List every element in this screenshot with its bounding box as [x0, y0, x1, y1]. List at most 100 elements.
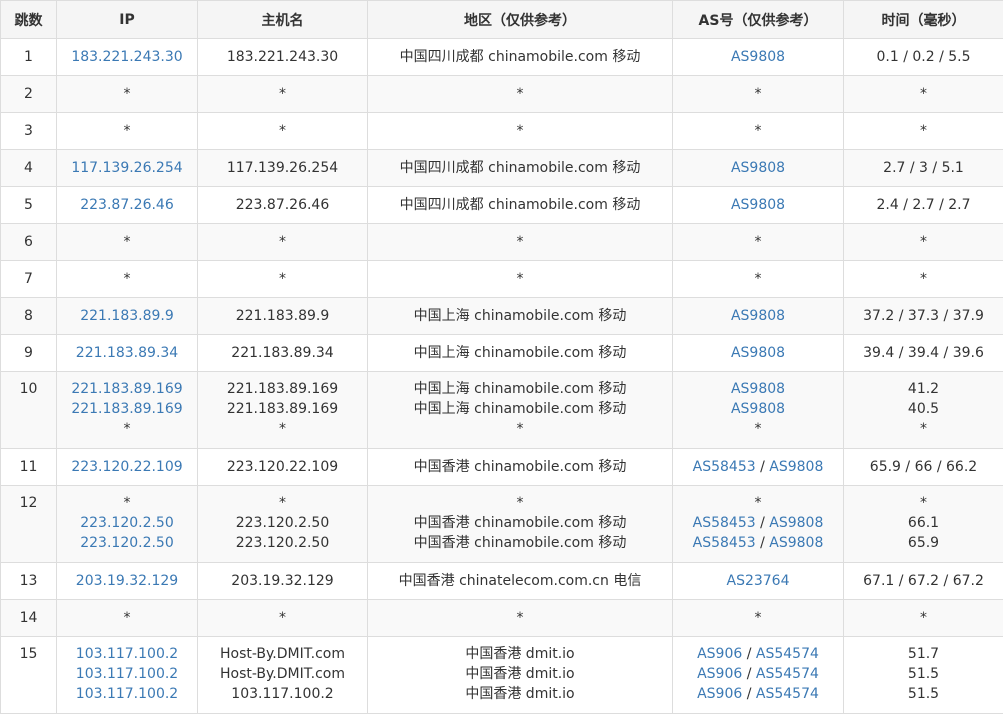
ip-cell: 221.183.89.34 [56, 334, 198, 372]
ip-link[interactable]: 117.139.26.254 [71, 160, 182, 176]
as-link[interactable]: AS9808 [769, 535, 823, 551]
region-text: 中国香港 chinatelecom.com.cn 电信 [398, 573, 642, 589]
time-cell: 39.4 / 39.4 / 39.6 [843, 334, 1003, 372]
region-text: 中国四川成都 chinamobile.com 移动 [399, 197, 641, 213]
as-link[interactable]: AS54574 [756, 646, 819, 662]
ip-link[interactable]: 221.183.89.169 [71, 381, 182, 397]
as-cell: AS9808 [672, 297, 844, 335]
time-cell: * [843, 112, 1003, 150]
ip-link[interactable]: 103.117.100.2 [76, 686, 178, 702]
region-cell: * 中国香港 chinamobile.com 移动 中国香港 chinamobile… [367, 485, 673, 563]
as-link[interactable]: AS906 [697, 646, 742, 662]
ip-link[interactable]: 223.120.22.109 [71, 459, 182, 475]
ip-cell: 117.139.26.254 [56, 149, 198, 187]
region-cell: 中国四川成都 chinamobile.com 移动 [367, 186, 673, 224]
hostname-cell: 223.87.26.46 [197, 186, 368, 224]
region-text: 中国上海 chinamobile.com 移动 [413, 401, 627, 417]
ip-cell: * [56, 260, 198, 298]
hop-cell: 7 [0, 260, 57, 298]
region-text: 中国上海 chinamobile.com 移动 [413, 381, 627, 397]
as-link[interactable]: AS9808 [731, 160, 785, 176]
region-text: * [516, 610, 524, 626]
time-text: * [920, 86, 927, 102]
ip-link[interactable]: 223.87.26.46 [80, 197, 174, 213]
table-row: 3 * * * * * [0, 112, 1003, 150]
table-row: 5 223.87.26.46 223.87.26.46 中国四川成都 chinamob… [0, 186, 1003, 224]
as-link[interactable]: AS9808 [769, 515, 823, 531]
region-cell: 中国上海 chinamobile.com 移动 [367, 297, 673, 335]
hostname-text: * [279, 234, 286, 250]
hostname-text: 203.19.32.129 [231, 573, 334, 589]
ip-unknown: * [123, 234, 131, 250]
as-cell: AS9808 [672, 38, 844, 76]
hop-cell: 12 [0, 485, 57, 563]
region-text: 中国香港 dmit.io [465, 686, 575, 702]
as-link[interactable]: AS906 [697, 666, 742, 682]
ip-cell: * 223.120.2.50 223.120.2.50 [56, 485, 198, 563]
as-link[interactable]: AS9808 [731, 197, 785, 213]
ip-link[interactable]: 183.221.243.30 [71, 49, 182, 65]
hostname-text: 223.120.2.50 [235, 535, 330, 551]
ip-link[interactable]: 223.120.2.50 [80, 535, 174, 551]
hostname-cell: 183.221.243.30 [197, 38, 368, 76]
hostname-text: 223.87.26.46 [235, 197, 330, 213]
hostname-text: 221.183.89.169 [226, 401, 339, 417]
as-link[interactable]: AS9808 [731, 381, 785, 397]
as-cell: * AS58453 / AS9808 AS58453 / AS9808 [672, 485, 844, 563]
as-link[interactable]: AS58453 [693, 515, 756, 531]
time-cell: 67.1 / 67.2 / 67.2 [843, 562, 1003, 600]
region-text: 中国四川成都 chinamobile.com 移动 [399, 49, 641, 65]
hop-cell: 2 [0, 75, 57, 113]
hostname-text: * [279, 86, 286, 102]
ip-link[interactable]: 103.117.100.2 [76, 666, 178, 682]
as-link[interactable]: AS906 [697, 686, 742, 702]
table-body: 1 183.221.243.30 183.221.243.30 中国四川成都 chin… [0, 38, 1003, 714]
as-link[interactable]: AS9808 [769, 459, 823, 475]
region-text: * [516, 421, 524, 437]
hostname-cell: 221.183.89.34 [197, 334, 368, 372]
region-text: * [516, 271, 524, 287]
as-separator: / [742, 686, 756, 702]
as-cell: AS9808 [672, 149, 844, 187]
table-row: 10 221.183.89.169 221.183.89.169 * 221.183.8… [0, 371, 1003, 449]
as-link[interactable]: AS9808 [731, 401, 785, 417]
time-text: 41.2 [907, 381, 940, 397]
ip-link[interactable]: 223.120.2.50 [80, 515, 174, 531]
region-cell: 中国四川成都 chinamobile.com 移动 [367, 149, 673, 187]
ip-link[interactable]: 221.183.89.34 [76, 345, 178, 361]
as-link[interactable]: AS9808 [731, 345, 785, 361]
hostname-text: 117.139.26.254 [226, 160, 339, 176]
as-link[interactable]: AS58453 [693, 535, 756, 551]
ip-cell: * [56, 75, 198, 113]
hop-cell: 15 [0, 636, 57, 714]
hostname-text: 221.183.89.169 [226, 381, 339, 397]
ip-cell: 223.87.26.46 [56, 186, 198, 224]
hostname-text: * [279, 610, 286, 626]
time-text: 67.1 / 67.2 / 67.2 [863, 573, 984, 589]
as-link[interactable]: AS23764 [727, 573, 790, 589]
as-link[interactable]: AS54574 [756, 686, 819, 702]
time-text: 39.4 / 39.4 / 39.6 [863, 345, 984, 361]
as-link[interactable]: AS9808 [731, 308, 785, 324]
as-link[interactable]: AS58453 [693, 459, 756, 475]
ip-link[interactable]: 103.117.100.2 [76, 646, 178, 662]
ip-link[interactable]: 221.183.89.169 [71, 401, 182, 417]
hostname-text: 223.120.2.50 [235, 515, 330, 531]
time-cell: * [843, 599, 1003, 637]
ip-unknown: * [123, 271, 131, 287]
time-cell: * [843, 223, 1003, 261]
ip-link[interactable]: 203.19.32.129 [76, 573, 178, 589]
as-link[interactable]: AS54574 [756, 666, 819, 682]
as-cell: * [672, 223, 844, 261]
hostname-cell: 203.19.32.129 [197, 562, 368, 600]
ip-cell: 223.120.22.109 [56, 448, 198, 486]
as-unknown: * [754, 86, 762, 102]
time-text: * [920, 495, 927, 511]
header-row: 跳数 IP 主机名 地区（仅供参考） AS号（仅供参考） 时间（毫秒） [0, 0, 1003, 39]
hop-number: 10 [19, 381, 38, 397]
time-text: 2.4 / 2.7 / 2.7 [876, 197, 971, 213]
hostname-text: 221.183.89.34 [231, 345, 334, 361]
region-text: * [516, 86, 524, 102]
ip-link[interactable]: 221.183.89.9 [80, 308, 174, 324]
as-link[interactable]: AS9808 [731, 49, 785, 65]
